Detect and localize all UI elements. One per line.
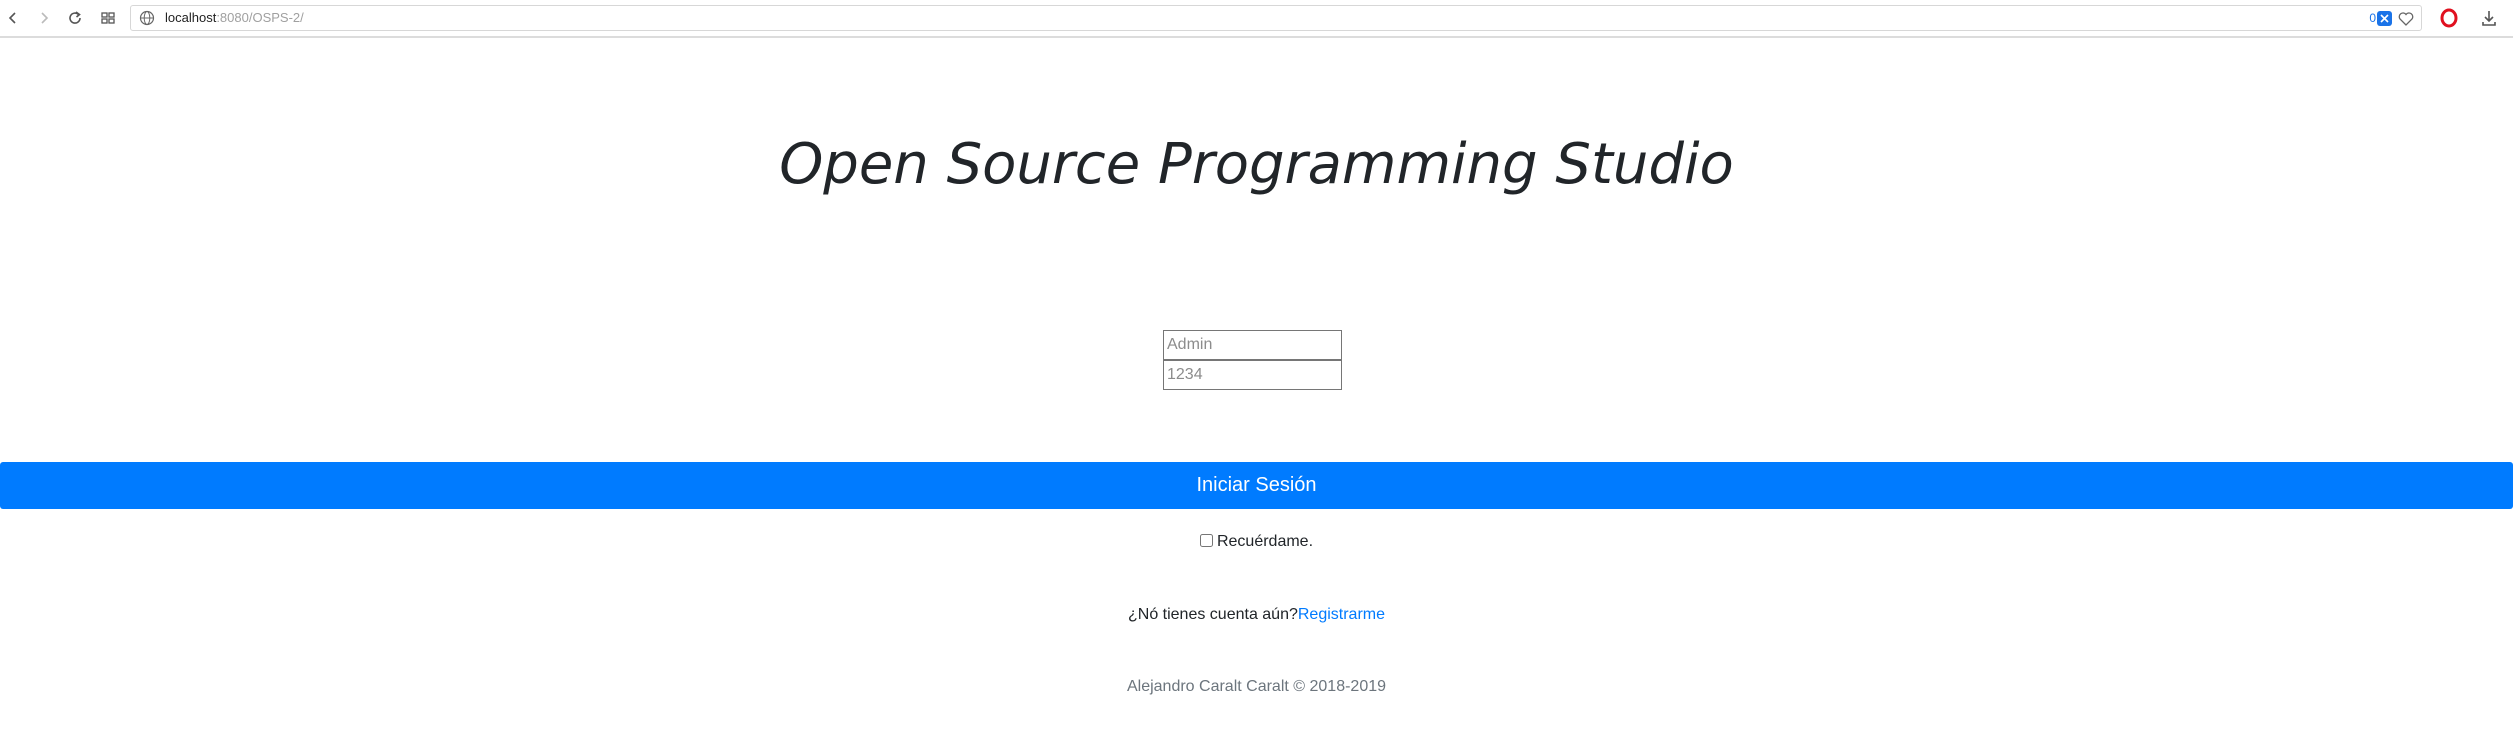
- remember-me-checkbox[interactable]: [1199, 534, 1213, 547]
- login-button[interactable]: Iniciar Sesión: [0, 462, 2513, 509]
- remember-me-row: Recuérdame.: [0, 533, 2513, 551]
- login-form: Iniciar Sesión Recuérdame.: [0, 0, 2513, 749]
- username-input[interactable]: [1163, 330, 1342, 360]
- register-prompt: ¿Nó tienes cuenta aún?: [1127, 606, 1298, 623]
- footer-copyright: Alejandro Caralt Caralt © 2018-2019: [1126, 678, 1387, 695]
- register-link[interactable]: Registrarme: [1298, 606, 1385, 623]
- password-input[interactable]: [1163, 360, 1342, 390]
- remember-me-label: Recuérdame.: [1216, 533, 1314, 550]
- register-row: ¿Nó tienes cuenta aún?Registrarme: [0, 606, 2513, 624]
